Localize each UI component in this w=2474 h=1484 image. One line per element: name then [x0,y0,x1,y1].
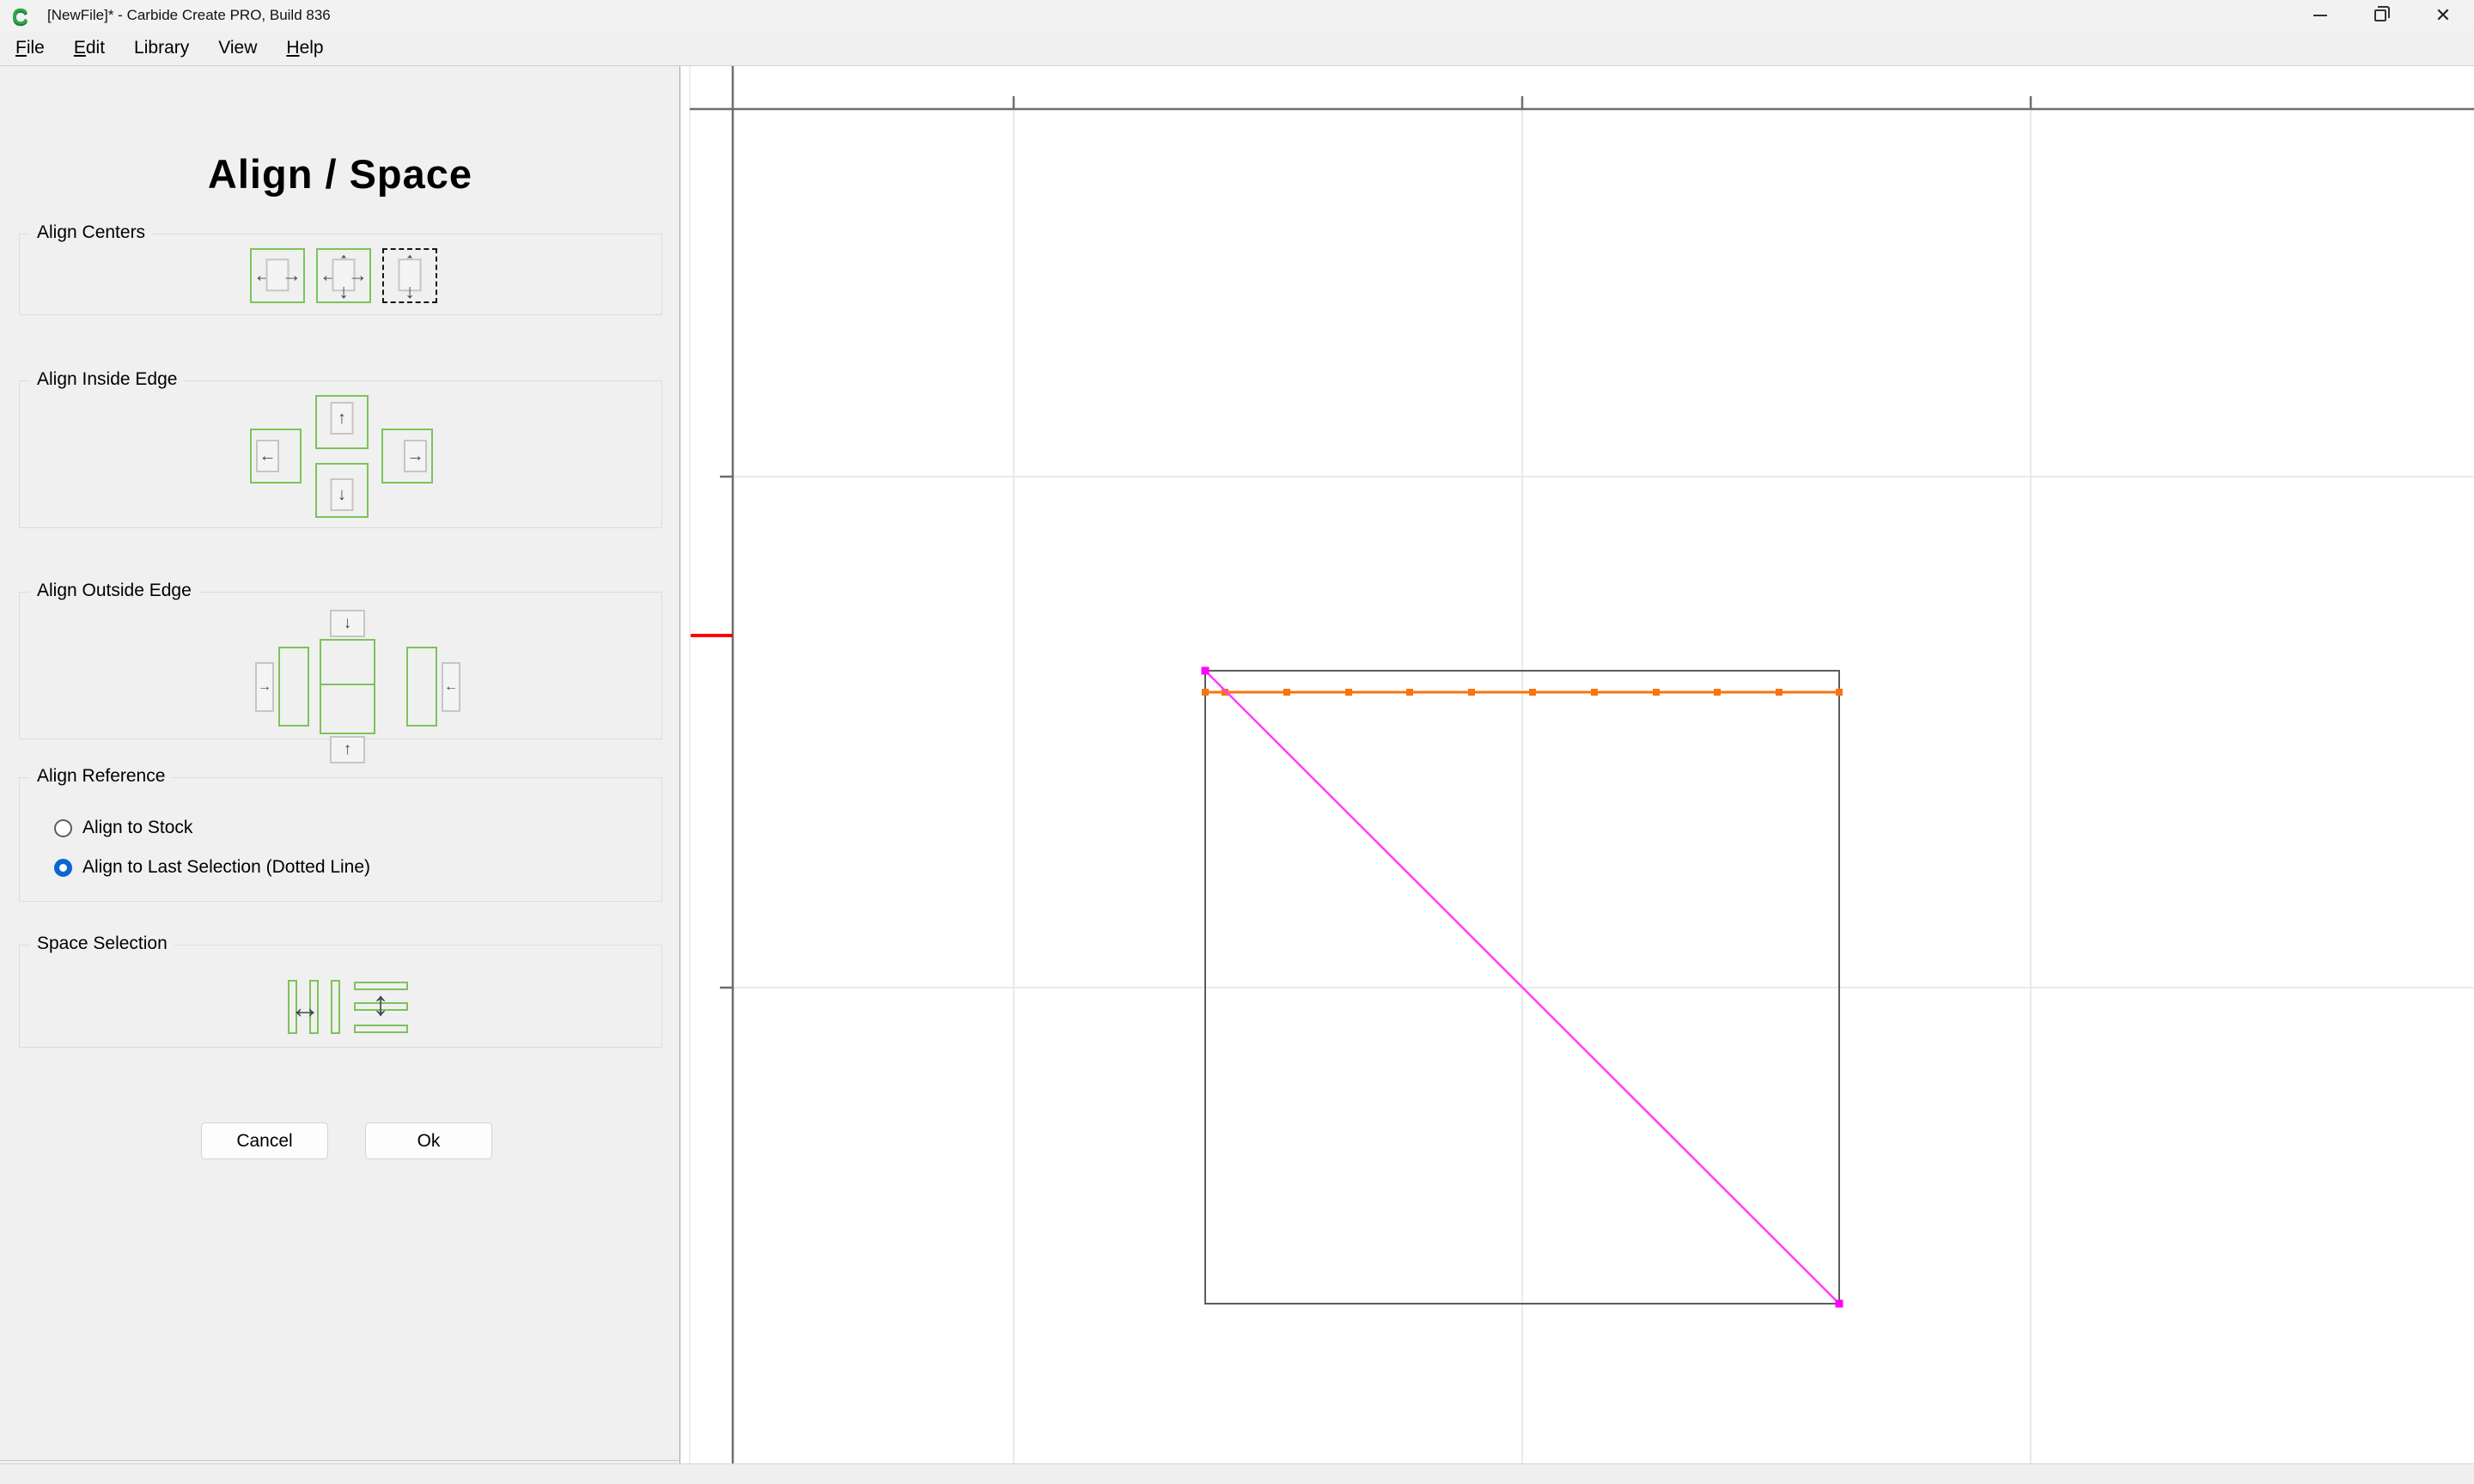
radio-align-to-stock[interactable]: Align to Stock [54,818,192,838]
magenta-path-node[interactable] [1836,1300,1843,1308]
magenta-path-node[interactable] [1202,667,1210,675]
green-rect-icon [406,647,437,727]
align-inside-left-button[interactable]: ← [250,429,302,484]
status-bar [0,1463,2474,1484]
menu-edit[interactable]: Edit [60,33,119,64]
menu-bar: File Edit Library View Help [0,31,2474,66]
arrow-right-icon: → [258,679,271,695]
shape-box-icon: ↓ [330,610,365,637]
shape-box-icon: → [255,662,274,712]
align-outside-bottom-button[interactable]: ↑ [320,678,375,758]
close-button[interactable]: ✕ [2416,0,2471,31]
group-label: Align Reference [30,766,172,787]
orange-path-node[interactable] [1836,689,1843,696]
minimize-button[interactable] [2293,0,2348,31]
arrow-right-icon: → [407,447,424,465]
green-rect-icon [320,684,375,734]
arrow-down-icon: ↓ [344,614,352,633]
arrow-right-icon: → [282,265,302,285]
orange-path-node[interactable] [1283,689,1290,696]
arrow-down-icon: ↓ [405,282,415,301]
group-align-inside-edge: Align Inside Edge ↑ ← → ↓ [19,380,662,528]
cancel-button[interactable]: Cancel [201,1122,328,1159]
shape-box-icon: ↑ [330,736,365,763]
design-canvas[interactable] [680,66,2474,1463]
arrow-down-icon: ↓ [338,486,346,503]
arrow-right-icon: → [348,265,368,285]
arrow-left-icon: ← [444,679,458,695]
space-vertical-button[interactable]: ↕ [354,980,411,1037]
canvas-drawing [680,66,2474,1463]
shape-box-icon: ← [442,662,460,712]
menu-view[interactable]: View [204,33,271,64]
orange-path-node[interactable] [1202,689,1209,696]
restore-icon [2374,9,2386,21]
radio-align-to-last-selection[interactable]: Align to Last Selection (Dotted Line) [54,857,370,878]
align-inside-right-button[interactable]: → [381,429,433,484]
shape-box-icon: ↑ [331,402,354,435]
shape-box-icon: → [404,440,427,472]
group-align-outside-edge: Align Outside Edge ↓ → ← ↑ [19,592,662,739]
align-center-both-button[interactable]: ← ↑ ↓ → [316,248,371,303]
group-label: Space Selection [30,934,174,954]
align-center-horizontal-button[interactable]: ← → [250,248,305,303]
arrow-up-icon: ↑ [338,410,346,427]
arrow-horizontal-icon: ↔ [289,992,320,1023]
group-label: Align Centers [30,222,152,243]
menu-file[interactable]: File [2,33,58,64]
orange-path-node[interactable] [1345,689,1352,696]
group-align-reference: Align Reference Align to Stock Align to … [19,777,662,902]
shape-box-icon: ← [256,440,279,472]
group-label: Align Outside Edge [30,581,198,601]
bar-icon [331,980,340,1034]
close-icon: ✕ [2435,6,2451,25]
app-window: C [NewFile]* - Carbide Create PRO, Build… [0,0,2474,1484]
shape-box-icon: ↓ [331,478,354,511]
align-center-vertical-button[interactable]: ↑ ↓ [382,248,437,303]
arrow-left-icon: ← [259,447,277,465]
align-inside-bottom-button[interactable]: ↓ [315,463,369,518]
group-space-selection: Space Selection ↔ ↕ [19,945,662,1048]
orange-path-node[interactable] [1714,689,1721,696]
align-space-panel: Align / Space Align Centers ← → ← ↑ ↓ → [0,66,680,1463]
orange-path-node[interactable] [1406,689,1413,696]
page-title: Align / Space [0,150,680,198]
menu-library[interactable]: Library [120,33,203,64]
minimize-icon [2313,15,2327,16]
radio-label: Align to Last Selection (Dotted Line) [82,857,370,878]
orange-path-node[interactable] [1529,689,1536,696]
radio-icon[interactable] [54,819,72,837]
arrow-up-icon: ↑ [344,740,352,759]
restore-button[interactable] [2353,0,2408,31]
window-title: [NewFile]* - Carbide Create PRO, Build 8… [47,7,331,24]
app-logo-icon: C [12,3,28,30]
space-horizontal-button[interactable]: ↔ [286,980,348,1037]
orange-path-node[interactable] [1468,689,1475,696]
orange-path-node[interactable] [1776,689,1782,696]
arrow-vertical-icon: ↕ [372,987,389,1021]
ok-button[interactable]: Ok [365,1122,492,1159]
group-label: Align Inside Edge [30,369,184,390]
title-bar: C [NewFile]* - Carbide Create PRO, Build… [0,0,2474,31]
green-rect-icon [278,647,309,727]
radio-label: Align to Stock [82,818,192,838]
bar-icon [354,1025,408,1033]
align-inside-top-button[interactable]: ↑ [315,395,369,449]
orange-path-node[interactable] [1591,689,1598,696]
radio-icon-selected[interactable] [54,859,72,877]
align-outside-right-button[interactable]: ← [387,647,459,727]
align-outside-left-button[interactable]: → [255,647,326,727]
group-align-centers: Align Centers ← → ← ↑ ↓ → ↑ ↓ [19,234,662,315]
panel-bottom-divider [0,1460,680,1461]
orange-path-node[interactable] [1653,689,1660,696]
menu-help[interactable]: Help [272,33,337,64]
